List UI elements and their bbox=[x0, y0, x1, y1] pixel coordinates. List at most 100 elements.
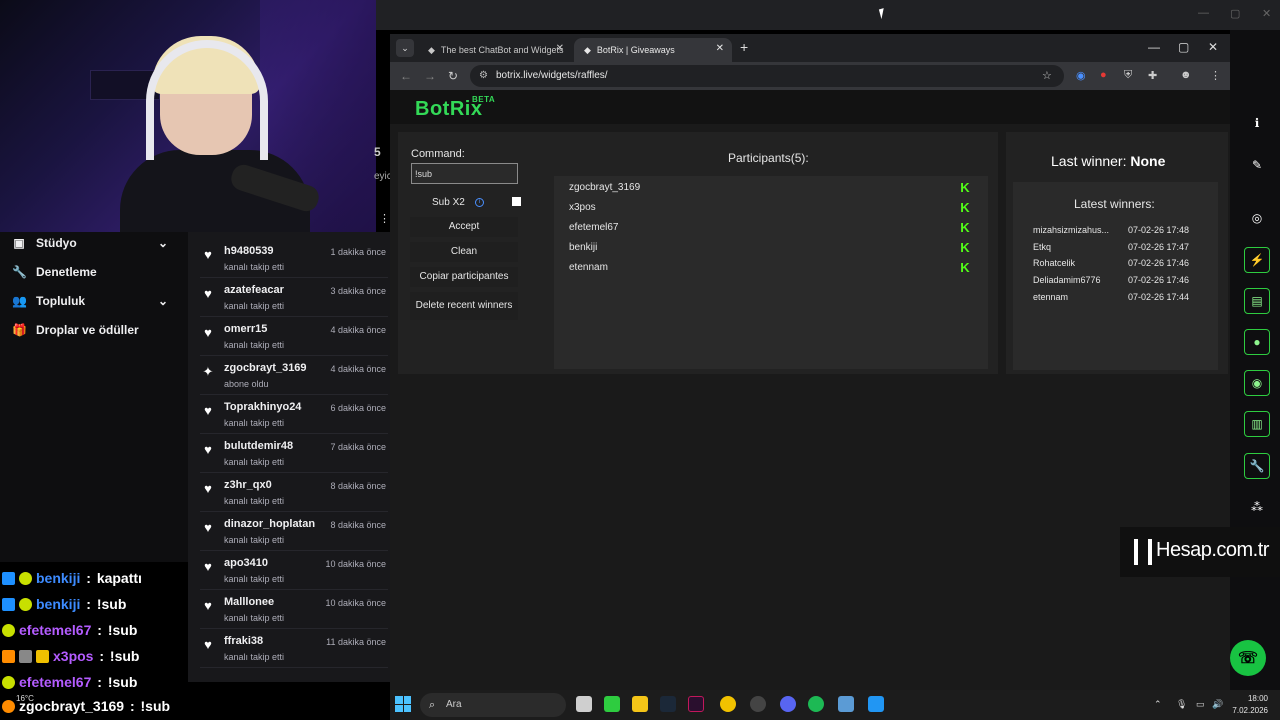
tray-chevron-icon[interactable]: ⌃ bbox=[1154, 699, 1162, 710]
info-icon[interactable]: i bbox=[475, 198, 484, 207]
printer-icon[interactable]: ▥ bbox=[1244, 411, 1270, 437]
obs-icon[interactable] bbox=[750, 696, 766, 712]
chevron-down-icon[interactable]: ⌄ bbox=[158, 294, 174, 308]
steam-icon[interactable] bbox=[660, 696, 676, 712]
feed-row[interactable]: ♥ bulutdemir48 kanalı takip etti 7 dakik… bbox=[200, 434, 388, 473]
chevron-down-icon[interactable]: ⌄ bbox=[158, 236, 174, 250]
windows-start-icon[interactable] bbox=[395, 696, 411, 712]
broadcast-icon[interactable]: ◉ bbox=[1244, 370, 1270, 396]
nav-item-moderation[interactable]: 🔧 Denetleme bbox=[12, 262, 97, 282]
delete-recent-winners-button[interactable]: Delete recent winners bbox=[410, 292, 518, 320]
sub-x2-checkbox[interactable] bbox=[512, 197, 521, 206]
network-icon[interactable]: ▭ bbox=[1196, 699, 1205, 710]
close-tab-icon[interactable]: ✕ bbox=[556, 43, 564, 54]
notepad-icon[interactable] bbox=[868, 696, 884, 712]
dots-icon[interactable]: ⁂ bbox=[1244, 494, 1270, 520]
participant-name: efetemel67 bbox=[569, 222, 619, 233]
more-icon[interactable]: ⋮ bbox=[379, 212, 390, 225]
tab-chatbot[interactable]: ◆ The best ChatBot and Widgets ✕ bbox=[418, 38, 572, 62]
site-info-icon[interactable]: ⚙ bbox=[479, 65, 488, 87]
headset-help-icon[interactable]: ☏ bbox=[1230, 640, 1266, 676]
raffle-panel: Command: Sub X2 i Accept Clean Copiar pa… bbox=[398, 132, 998, 374]
browser-toolbar: ← → ↻ ⚙ botrix.live/widgets/raffles/ ☆ ◉… bbox=[390, 62, 1230, 90]
feed-partial-count: 5 bbox=[374, 145, 381, 159]
feed-row[interactable]: ♥ Toprakhinyo24 kanalı takip etti 6 daki… bbox=[200, 395, 388, 434]
clean-button[interactable]: Clean bbox=[410, 242, 518, 262]
feed-row[interactable]: ♥ h9480539 kanalı takip etti 1 dakika ön… bbox=[200, 239, 388, 278]
botrix-logo[interactable]: BotRix BETA bbox=[415, 95, 495, 121]
chat-username[interactable]: zgocbrayt_3169 bbox=[19, 698, 124, 714]
pencil-icon[interactable]: ✎ bbox=[1244, 152, 1270, 178]
feed-row[interactable]: ♥ azatefeacar kanalı takip etti 3 dakika… bbox=[200, 278, 388, 317]
profile-avatar-icon[interactable]: ☻ bbox=[1180, 69, 1192, 81]
mic-icon[interactable]: 🎙 bbox=[1176, 699, 1187, 710]
heart-icon: ♥ bbox=[204, 520, 212, 535]
address-bar[interactable]: ⚙ botrix.live/widgets/raffles/ bbox=[470, 65, 1064, 87]
accept-button[interactable]: Accept bbox=[410, 217, 518, 237]
close-icon[interactable]: ✕ bbox=[1208, 40, 1218, 54]
forward-icon[interactable]: → bbox=[424, 69, 436, 83]
search-icon: ⌕ bbox=[429, 699, 436, 711]
discord-icon[interactable] bbox=[780, 696, 796, 712]
chat-bubble-icon[interactable]: ● bbox=[1244, 329, 1270, 355]
feed-row[interactable]: ♥ dinazor_hoplatan kanalı takip etti 8 d… bbox=[200, 512, 388, 551]
nav-item-studio[interactable]: ▣ Stüdyo ⌄ bbox=[12, 233, 168, 253]
lightning-icon[interactable]: ⚡ bbox=[1244, 247, 1270, 273]
document-icon[interactable]: ▤ bbox=[1244, 288, 1270, 314]
chat-username[interactable]: efetemel67 bbox=[19, 622, 91, 638]
chat-username[interactable]: benkiji bbox=[36, 570, 80, 586]
winner-name: mizahsizmizahus... bbox=[1033, 225, 1110, 235]
wrench-icon[interactable]: 🔧 bbox=[1244, 453, 1270, 479]
maximize-icon[interactable]: ▢ bbox=[1230, 7, 1240, 20]
heart-icon: ♥ bbox=[204, 481, 212, 496]
weather-widget[interactable]: 16°C bbox=[16, 694, 34, 703]
feed-row[interactable]: ✦ zgocbrayt_3169 abone oldu 4 dakika önc… bbox=[200, 356, 388, 395]
chrome-icon[interactable] bbox=[720, 696, 736, 712]
minimize-icon[interactable]: — bbox=[1198, 7, 1209, 19]
command-input[interactable] bbox=[411, 163, 518, 184]
chat-username[interactable]: benkiji bbox=[36, 596, 80, 612]
taskbar-clock[interactable]: 18:00 7.02.2026 bbox=[1232, 693, 1268, 717]
sub-x2-label: Sub X2 bbox=[432, 197, 465, 208]
nav-item-label: Topluluk bbox=[36, 294, 86, 308]
info-icon[interactable]: ℹ bbox=[1244, 110, 1270, 136]
extensions-puzzle-icon[interactable]: ✚ bbox=[1148, 69, 1157, 82]
minecraft-icon[interactable] bbox=[604, 696, 620, 712]
shield-extension-icon[interactable]: ⛨ bbox=[1124, 69, 1132, 82]
extension-icon[interactable]: ● bbox=[1100, 69, 1107, 81]
participant-name: zgocbrayt_3169 bbox=[569, 182, 641, 193]
maximize-icon[interactable]: ▢ bbox=[1178, 40, 1189, 54]
feed-username: h9480539 bbox=[224, 245, 274, 257]
nav-item-community[interactable]: 👥 Topluluk ⌄ bbox=[12, 291, 168, 311]
camera-icon[interactable]: ◎ bbox=[1244, 205, 1270, 231]
feed-row[interactable]: ♥ z3hr_qx0 kanalı takip etti 8 dakika ön… bbox=[200, 473, 388, 512]
chat-username[interactable]: x3pos bbox=[53, 648, 93, 664]
copy-participants-button[interactable]: Copiar participantes bbox=[410, 267, 518, 287]
bookmark-star-icon[interactable]: ☆ bbox=[1042, 69, 1052, 82]
close-icon[interactable]: ✕ bbox=[1262, 7, 1271, 20]
nav-item-drops[interactable]: 🎁 Droplar ve ödüller bbox=[12, 320, 139, 340]
task-view-icon[interactable] bbox=[576, 696, 592, 712]
tab-search-icon[interactable]: ⌄ bbox=[396, 39, 414, 57]
app-icon[interactable] bbox=[688, 696, 704, 712]
file-explorer-icon[interactable] bbox=[632, 696, 648, 712]
reload-icon[interactable]: ↻ bbox=[448, 69, 458, 83]
botrix-page: BotRix BETA Command: Sub X2 i Accept Cle… bbox=[390, 90, 1230, 690]
close-tab-icon[interactable]: ✕ bbox=[716, 43, 724, 54]
volume-icon[interactable]: 🔊 bbox=[1212, 699, 1223, 710]
feed-row[interactable]: ♥ omerr15 kanalı takip etti 4 dakika önc… bbox=[200, 317, 388, 356]
feed-time: 1 dakika önce bbox=[330, 247, 386, 257]
minimize-icon[interactable]: — bbox=[1148, 40, 1160, 54]
taskbar-search[interactable]: ⌕ Ara bbox=[420, 693, 566, 717]
radiation-badge-icon bbox=[19, 571, 32, 585]
chat-username[interactable]: efetemel67 bbox=[19, 674, 91, 690]
back-icon[interactable]: ← bbox=[400, 69, 412, 83]
new-tab-icon[interactable]: + bbox=[740, 39, 748, 55]
browser-menu-icon[interactable]: ⋮ bbox=[1210, 69, 1221, 82]
extension-icon[interactable]: ◉ bbox=[1076, 69, 1086, 82]
tab-giveaways[interactable]: ◆ BotRix | Giveaways ✕ bbox=[574, 38, 732, 62]
spotify-icon[interactable] bbox=[808, 696, 824, 712]
feed-username: dinazor_hoplatan bbox=[224, 518, 316, 530]
feed-username: azatefeacar bbox=[224, 284, 284, 296]
app-icon[interactable] bbox=[838, 696, 854, 712]
